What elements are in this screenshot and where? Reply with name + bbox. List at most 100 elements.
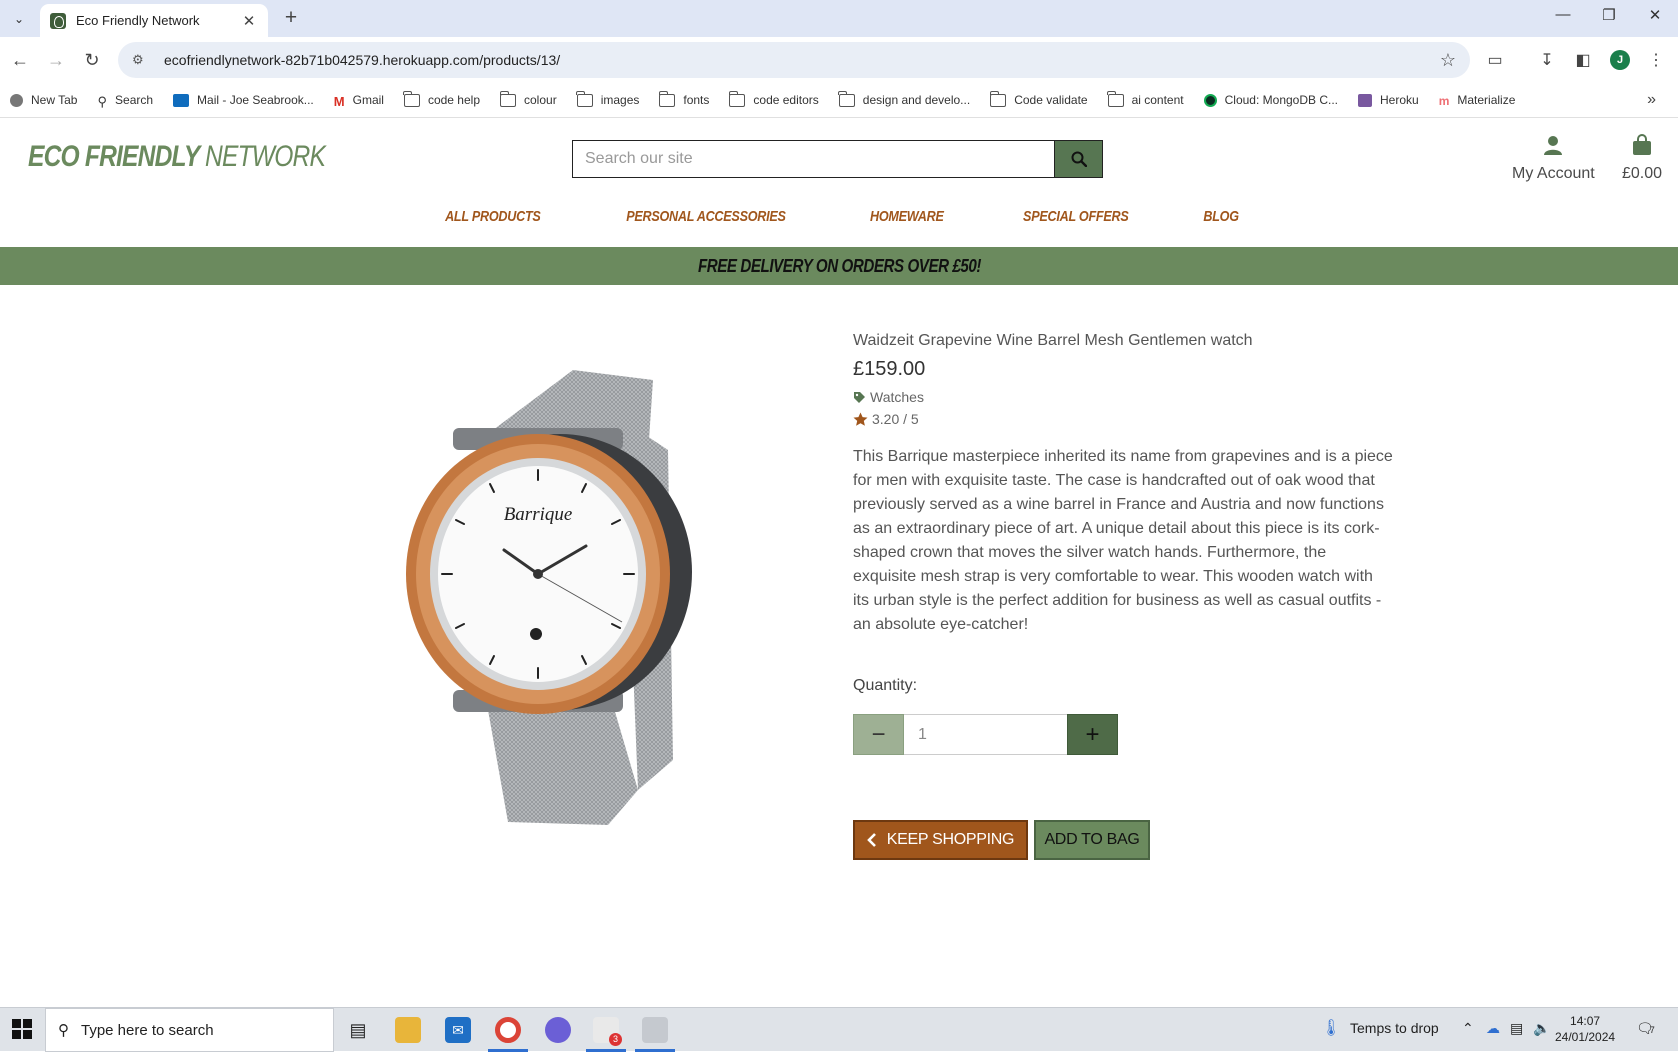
- address-bar[interactable]: ⚙ ecofriendlynetwork-82b71b042579.heroku…: [118, 42, 1470, 78]
- nav-blog[interactable]: BLOG: [1204, 208, 1240, 225]
- bookmark-label: Code validate: [1014, 93, 1088, 107]
- search-button[interactable]: [1054, 141, 1102, 177]
- nav-personal-accessories[interactable]: PERSONAL ACCESSORIES: [626, 208, 786, 225]
- download-icon[interactable]: ↧: [1535, 49, 1559, 73]
- product-name: Waidzeit Grapevine Wine Barrel Mesh Gent…: [853, 332, 1253, 349]
- nav-special-offers[interactable]: SPECIAL OFFERS: [1023, 208, 1129, 225]
- bookmark-gmail[interactable]: M Gmail: [334, 93, 384, 109]
- bookmark-new-tab[interactable]: New Tab: [10, 93, 77, 107]
- tab-search-icon[interactable]: ⌄: [8, 8, 30, 30]
- bookmark-star-icon[interactable]: ☆: [1440, 50, 1456, 71]
- bookmark-label: fonts: [683, 93, 710, 107]
- restore-icon[interactable]: ❐: [1597, 6, 1621, 24]
- user-icon: [1544, 136, 1563, 155]
- nav-homeware[interactable]: HOMEWARE: [870, 208, 944, 225]
- bookmark-design[interactable]: design and develo...: [838, 90, 970, 107]
- mail-icon[interactable]: ✉: [445, 1017, 471, 1043]
- bookmark-heroku[interactable]: Heroku: [1358, 93, 1419, 107]
- network-icon[interactable]: ▤: [1510, 1020, 1523, 1037]
- task-view-icon[interactable]: ▤: [345, 1017, 371, 1043]
- quantity-increment-button[interactable]: +: [1067, 714, 1118, 755]
- delivery-banner-text: FREE DELIVERY ON ORDERS OVER £50!: [697, 255, 981, 276]
- reload-icon[interactable]: ↻: [79, 47, 105, 73]
- folder-icon: [658, 90, 676, 107]
- search-icon: [1071, 151, 1087, 167]
- product-category[interactable]: Watches: [853, 389, 1393, 405]
- bookmarks-overflow-icon[interactable]: »: [1647, 91, 1656, 109]
- volume-icon[interactable]: 🔈: [1533, 1020, 1550, 1037]
- bookmarks-bar: New Tab ⚲ Search Mail - Joe Seabrook... M…: [0, 83, 1678, 118]
- site-logo[interactable]: ECO FRIENDLY NETWORK: [28, 140, 326, 174]
- bookmark-label: Mail - Joe Seabrook...: [197, 93, 314, 107]
- materialize-icon: m: [1438, 93, 1450, 108]
- chrome-icon[interactable]: [495, 1017, 521, 1043]
- back-icon[interactable]: ←: [7, 47, 33, 73]
- profile-avatar[interactable]: J: [1610, 50, 1630, 70]
- heroku-icon: [1358, 93, 1373, 107]
- bookmark-label: Heroku: [1380, 93, 1419, 107]
- thermometer-icon[interactable]: 🌡: [1321, 1018, 1341, 1038]
- browser-tab[interactable]: Eco Friendly Network ✕: [40, 4, 268, 37]
- forward-icon[interactable]: →: [43, 47, 69, 73]
- notifications-icon[interactable]: 🗨7: [1636, 1020, 1655, 1037]
- product-details: Waidzeit Grapevine Wine Barrel Mesh Gent…: [853, 332, 1393, 637]
- taskbar-clock[interactable]: 14:07 24/01/2024: [1555, 1013, 1615, 1045]
- bookmark-ai-content[interactable]: ai content: [1107, 90, 1184, 107]
- new-tab-button[interactable]: +: [279, 6, 303, 30]
- bookmark-label: New Tab: [31, 93, 78, 107]
- minimize-icon[interactable]: —: [1551, 6, 1575, 23]
- bookmark-colour[interactable]: colour: [499, 90, 557, 107]
- site-favicon-icon: [50, 12, 66, 29]
- bookmark-code-help[interactable]: code help: [403, 90, 480, 107]
- bookmark-mongodb[interactable]: Cloud: MongoDB C...: [1203, 93, 1338, 107]
- product-image[interactable]: Barrique: [398, 360, 718, 840]
- bookmark-search[interactable]: ⚲ Search: [97, 93, 153, 109]
- menu-dots-icon[interactable]: ⋮: [1644, 49, 1668, 73]
- bookmark-label: code help: [427, 93, 480, 107]
- keep-shopping-button[interactable]: KEEP SHOPPING: [853, 820, 1028, 860]
- onedrive-icon[interactable]: ☁: [1486, 1020, 1500, 1037]
- browser-tab-strip: ⌄ Eco Friendly Network ✕ + — ❐ ✕: [0, 0, 1678, 37]
- extensions-icon[interactable]: ▭: [1483, 49, 1507, 73]
- folder-icon: [499, 90, 516, 107]
- chevron-left-icon: [866, 833, 876, 847]
- site-info-icon[interactable]: ⚙: [132, 52, 152, 68]
- side-panel-icon[interactable]: ◧: [1571, 49, 1595, 73]
- my-account-link[interactable]: My Account: [1512, 134, 1595, 183]
- logo-bold-text: ECO FRIENDLY: [28, 140, 200, 173]
- shopping-bag-link[interactable]: £0.00: [1622, 134, 1662, 183]
- search-input[interactable]: [573, 141, 1054, 177]
- add-to-bag-button[interactable]: ADD TO BAG: [1034, 820, 1150, 860]
- site-search: [572, 140, 1103, 178]
- slack-icon[interactable]: 3: [593, 1017, 622, 1046]
- quantity-decrement-button[interactable]: −: [853, 714, 904, 755]
- taskbar-search-placeholder: Type here to search: [81, 1021, 214, 1039]
- bookmark-mail[interactable]: Mail - Joe Seabrook...: [173, 93, 314, 107]
- bookmark-label: colour: [524, 93, 557, 107]
- product-rating: 3.20 / 5: [853, 411, 1393, 427]
- bookmark-fonts[interactable]: fonts: [658, 90, 710, 107]
- window-close-icon[interactable]: ✕: [1643, 6, 1667, 24]
- copilot-icon[interactable]: [545, 1017, 571, 1043]
- weather-text[interactable]: Temps to drop: [1350, 1020, 1439, 1036]
- quantity-stepper: − 1 +: [853, 714, 1118, 755]
- delivery-banner: FREE DELIVERY ON ORDERS OVER £50!: [0, 247, 1678, 285]
- notification-count: 7: [1649, 1025, 1655, 1035]
- folder-icon: [728, 90, 746, 107]
- folder-icon: [576, 90, 593, 107]
- taskbar-search[interactable]: ⚲ Type here to search: [45, 1008, 334, 1052]
- windows-start-icon[interactable]: [12, 1019, 32, 1039]
- product-price: £159.00: [853, 358, 926, 380]
- bookmark-materialize[interactable]: m Materialize: [1438, 93, 1516, 108]
- file-explorer-icon[interactable]: [395, 1017, 421, 1043]
- gimp-icon[interactable]: [642, 1017, 668, 1043]
- product-rating-value: 3.20 / 5: [872, 411, 919, 427]
- quantity-input[interactable]: 1: [904, 714, 1067, 755]
- bookmark-images[interactable]: images: [576, 90, 639, 107]
- nav-all-products[interactable]: ALL PRODUCTS: [445, 208, 541, 225]
- bookmark-code-validate[interactable]: Code validate: [989, 90, 1088, 107]
- bookmark-code-editors[interactable]: code editors: [728, 90, 819, 107]
- tab-close-icon[interactable]: ✕: [240, 12, 258, 30]
- shopping-bag-icon: [1633, 134, 1652, 155]
- chevron-up-icon[interactable]: ⌃: [1462, 1020, 1474, 1037]
